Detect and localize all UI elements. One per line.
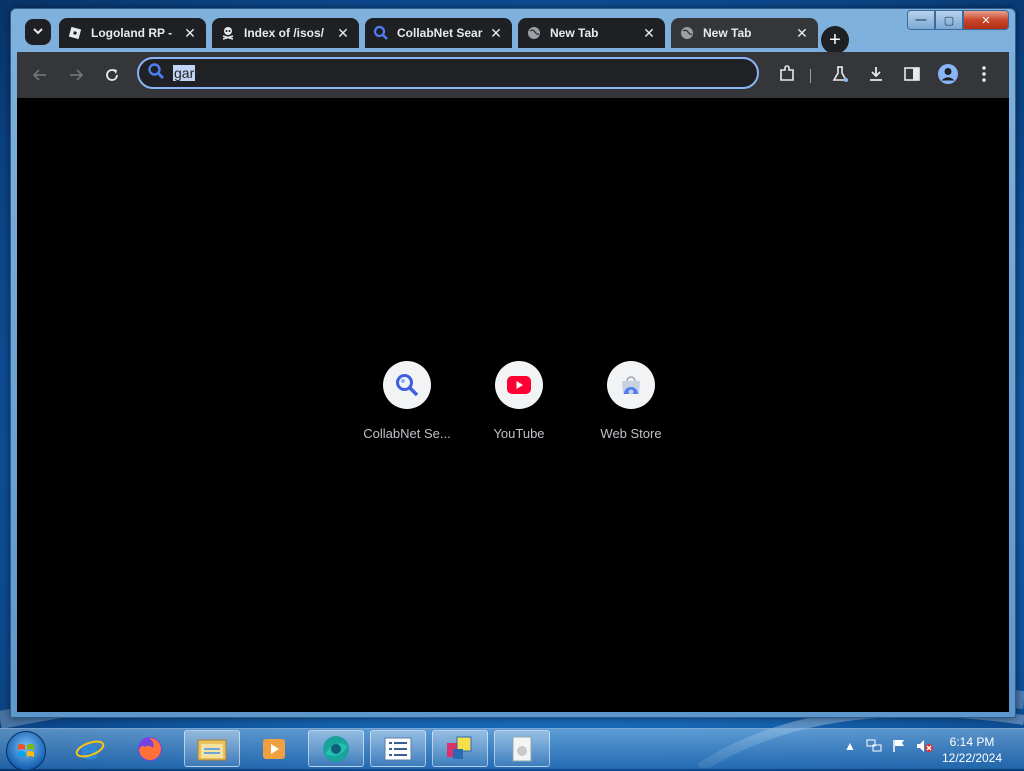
arrow-right-icon: [70, 69, 84, 81]
folder-icon: [197, 739, 227, 760]
tab-title: CollabNet Sear: [397, 26, 483, 40]
network-icon[interactable]: [866, 739, 882, 753]
close-icon[interactable]: ✕: [641, 25, 657, 42]
tab-logoland[interactable]: Logoland RP - ✕: [59, 18, 206, 48]
tab-new-tab-2[interactable]: New Tab ✕: [671, 18, 818, 48]
tab-search-button[interactable]: [25, 19, 51, 45]
tab-title: Logoland RP -: [91, 26, 173, 40]
tab-title: Index of /isos/: [244, 26, 325, 40]
side-panel-button[interactable]: [901, 63, 923, 85]
arrow-left-icon: [32, 69, 46, 81]
browser-window: — ▢ ✕ Logoland RP - ✕ Index of /isos/ ✕ …: [10, 8, 1016, 718]
close-icon[interactable]: ✕: [182, 25, 198, 42]
taskbar-browser[interactable]: [308, 730, 364, 767]
close-window-button[interactable]: ✕: [963, 10, 1009, 30]
shortcut-label: CollabNet Se...: [363, 426, 451, 441]
roblox-icon: [67, 25, 83, 41]
taskbar-media-player[interactable]: [246, 730, 302, 767]
firefox-icon: [138, 736, 162, 761]
tab-collabnet[interactable]: CollabNet Sear ✕: [365, 18, 512, 48]
puzzle-icon: [780, 65, 794, 81]
clock-date: 12/22/2024: [941, 751, 1003, 765]
taskbar-internet-explorer[interactable]: e: [62, 730, 118, 767]
reload-icon: [106, 69, 118, 81]
chevron-down-icon: [32, 25, 44, 40]
toolbar-divider: [810, 69, 811, 83]
clock-time: 6:14 PM: [949, 735, 995, 749]
reload-button[interactable]: [99, 62, 125, 88]
taskbar-file-explorer[interactable]: [184, 730, 240, 767]
globe-icon: [679, 25, 695, 41]
list-icon: [384, 737, 412, 760]
address-bar-text[interactable]: gar: [173, 65, 196, 81]
shortcut-collabnet[interactable]: CollabNet Se...: [351, 361, 463, 441]
shortcut-icon-circle: [495, 361, 543, 409]
shortcut-label: Web Store: [600, 426, 662, 441]
browser-app-icon: [323, 735, 349, 762]
tab-new-tab-1[interactable]: New Tab ✕: [518, 18, 665, 48]
svg-text:e: e: [81, 736, 99, 764]
taskbar-clock[interactable]: 6:14 PM 12/22/2024: [930, 734, 1014, 766]
document-icon: [512, 736, 532, 761]
close-icon[interactable]: ✕: [335, 25, 351, 42]
internet-explorer-icon: e: [75, 736, 105, 764]
address-bar[interactable]: gar: [137, 57, 759, 89]
tab-title: New Tab: [550, 26, 599, 40]
windows-taskbar: e ▲ 6:14 PM 12/22/2024: [0, 728, 1024, 771]
search-icon: [396, 374, 419, 397]
taskbar-firefox[interactable]: [122, 730, 178, 767]
shortcut-label: YouTube: [493, 426, 545, 441]
taskbar-document-app[interactable]: [494, 730, 550, 767]
taskbar-list-app[interactable]: [370, 730, 426, 767]
window-controls: — ▢ ✕: [907, 10, 1009, 30]
tab-index-isos[interactable]: Index of /isos/ ✕: [212, 18, 359, 48]
new-tab-button[interactable]: +: [821, 26, 849, 54]
color-squares-icon: [447, 736, 472, 759]
flag-icon[interactable]: [892, 739, 906, 753]
windows-logo-icon: [18, 744, 34, 757]
downloads-button[interactable]: [865, 63, 887, 85]
search-icon: [373, 25, 389, 41]
chevron-up-icon[interactable]: ▲: [844, 739, 856, 753]
search-icon: [147, 62, 165, 85]
start-button[interactable]: [6, 731, 46, 771]
media-player-icon: [263, 738, 285, 759]
labs-button[interactable]: [829, 63, 851, 85]
taskbar-paint-app[interactable]: [432, 730, 488, 767]
avatar-icon: [938, 64, 958, 84]
close-icon[interactable]: ✕: [488, 25, 504, 42]
close-icon[interactable]: ✕: [794, 25, 810, 42]
profile-button[interactable]: [937, 63, 959, 85]
pirate-icon: [220, 25, 236, 41]
menu-button[interactable]: [973, 63, 995, 85]
system-tray: ▲: [844, 739, 934, 753]
globe-icon: [526, 25, 542, 41]
shortcut-web-store[interactable]: Web Store: [575, 361, 687, 441]
web-store-icon: [622, 376, 640, 395]
browser-toolbar: gar: [17, 52, 1009, 98]
back-button[interactable]: [27, 62, 53, 88]
kebab-menu-icon: [982, 66, 986, 82]
forward-button[interactable]: [63, 62, 89, 88]
shortcut-icon-circle: [607, 361, 655, 409]
shortcut-icon-circle: [383, 361, 431, 409]
side-panel-icon: [904, 67, 920, 81]
plus-icon: +: [829, 28, 841, 51]
extensions-button[interactable]: [776, 63, 798, 85]
tab-title: New Tab: [703, 26, 752, 40]
minimize-button[interactable]: —: [907, 10, 935, 30]
shortcut-youtube[interactable]: YouTube: [463, 361, 575, 441]
maximize-button[interactable]: ▢: [935, 10, 963, 30]
new-tab-page: CollabNet Se... YouTube Web Store: [17, 98, 1009, 712]
youtube-icon: [507, 376, 531, 394]
flask-icon: [832, 66, 848, 82]
download-icon: [870, 67, 882, 81]
